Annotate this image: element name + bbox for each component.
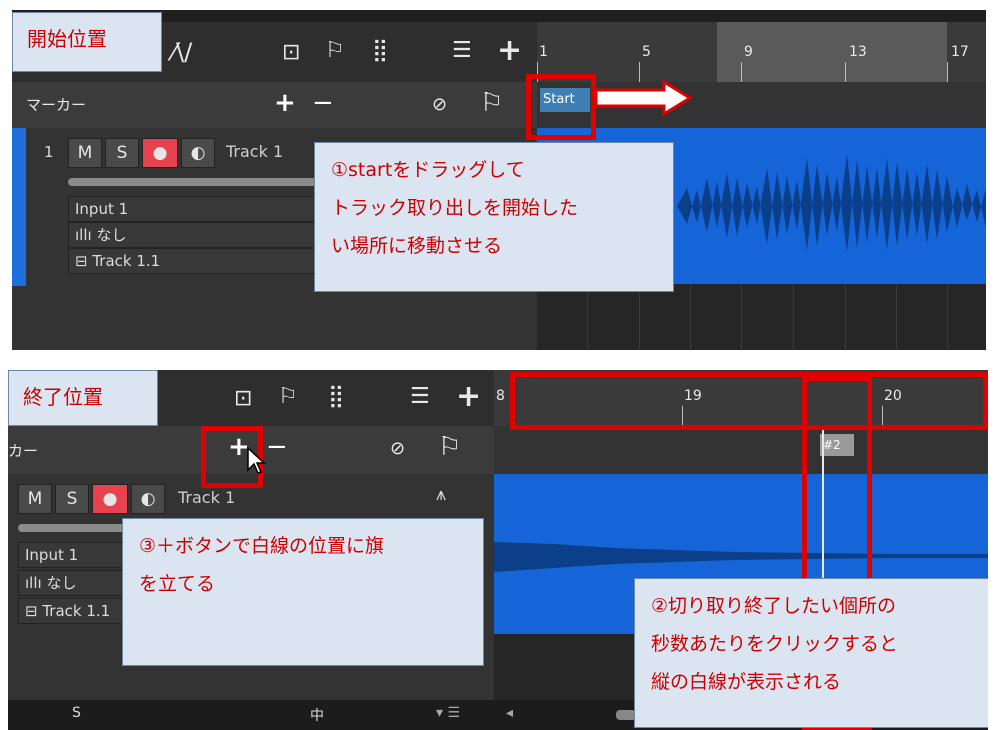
ruler-number: 1 [539, 44, 548, 60]
mouse-cursor-icon [247, 446, 266, 474]
drag-arrow-icon [594, 80, 693, 116]
output-field[interactable]: ⊟ Track 1.1 [68, 248, 318, 274]
insert-icon: ıllı [75, 226, 97, 244]
remove-marker-button[interactable]: − [266, 432, 288, 462]
output-label: Track 1.1 [92, 252, 161, 270]
meter-icon[interactable]: ⊡ [234, 388, 252, 410]
list-icon[interactable]: ☰ [410, 386, 430, 408]
note-line: トラック取り出しを開始した [331, 197, 579, 219]
ruler-number: 13 [849, 44, 867, 60]
track-name[interactable]: Track 1 [226, 142, 283, 161]
note-line: ②切り取り終了したい個所の [651, 595, 897, 617]
start-position-label: 開始位置 [12, 12, 162, 72]
clock-icon[interactable]: ⊘ [432, 94, 447, 115]
start-marker-highlight [526, 74, 596, 140]
track-number: 1 [44, 143, 54, 161]
insert-field[interactable]: ıllı なし [18, 570, 128, 596]
add-marker-button[interactable]: + [274, 88, 296, 118]
footer-mid: 中 [310, 708, 324, 724]
automation-icon[interactable]: ⁄\/ [172, 40, 192, 64]
click-instruction-note: ②切り取り終了したい個所の 秒数あたりをクリックすると 縦の白線が表示される [634, 578, 988, 728]
footer-left: S [72, 705, 81, 721]
insert-icon: ıllı [25, 574, 47, 592]
flag-icon[interactable]: ⚐ [438, 432, 461, 462]
flag-icon[interactable]: ⚐ [278, 386, 298, 408]
track-name[interactable]: Track 1 [178, 488, 235, 507]
note-line: い場所に移動させる [331, 235, 503, 257]
volume-slider[interactable] [68, 178, 318, 186]
record-button[interactable]: ● [92, 484, 128, 514]
note-line: ①startをドラッグして [331, 159, 525, 181]
scroll-left-icon[interactable]: ◂ [506, 705, 513, 721]
ruler-number: 17 [951, 44, 969, 60]
ruler-number: 9 [744, 44, 753, 60]
top-screenshot: ⁄\/ ⊡ ⚐ ⣿ ☰ + 1 5 9 13 17 マーカー + − ⊘ ⚐ S… [12, 10, 986, 350]
add-marker-instruction-note: ③＋ボタンで白線の位置に旗 を立てる [122, 518, 484, 666]
insert-label: なし [96, 226, 127, 244]
monitor-button[interactable]: ◐ [131, 484, 165, 514]
monitor-button[interactable]: ◐ [181, 138, 215, 168]
mute-button[interactable]: M [18, 484, 52, 514]
flag-icon[interactable]: ⚐ [480, 88, 503, 118]
dropdown-icon[interactable]: ▾ ☰ [436, 705, 460, 721]
solo-button[interactable]: S [105, 138, 139, 168]
insert-field[interactable]: ıllı なし [68, 222, 318, 248]
input-field[interactable]: Input 1 [18, 542, 128, 568]
solo-button[interactable]: S [55, 484, 89, 514]
output-icon: ⊟ [25, 602, 43, 620]
flag-icon[interactable]: ⚐ [325, 40, 345, 62]
note-line: ③＋ボタンで白線の位置に旗 [139, 535, 385, 557]
input-field[interactable]: Input 1 [68, 196, 318, 222]
ruler-number: 8 [496, 388, 505, 404]
scrollbar-thumb[interactable] [616, 710, 636, 720]
list-icon[interactable]: ☰ [452, 40, 472, 62]
note-line: を立てる [139, 573, 216, 595]
track-color-strip [12, 128, 26, 286]
remove-marker-button[interactable]: − [312, 88, 334, 118]
output-field[interactable]: ⊟ Track 1.1 [18, 598, 128, 624]
record-button[interactable]: ● [142, 138, 178, 168]
marker-label: カー [8, 442, 39, 460]
timeline-ruler[interactable]: 1 5 9 13 17 [537, 22, 986, 82]
grid-icon[interactable]: ⣿ [372, 40, 388, 62]
insert-label: なし [46, 574, 77, 592]
end-position-label: 終了位置 [8, 370, 158, 426]
ruler-number: 5 [642, 44, 651, 60]
output-label: Track 1.1 [42, 602, 111, 620]
marker-track-header: マーカー + − ⊘ ⚐ [12, 82, 537, 128]
add-track-icon[interactable]: + [497, 36, 522, 66]
add-track-icon[interactable]: + [456, 382, 481, 412]
note-line: 秒数あたりをクリックすると [651, 633, 899, 655]
grid-icon[interactable]: ⣿ [328, 386, 344, 408]
mute-button[interactable]: M [68, 138, 102, 168]
ruler-highlight [510, 372, 988, 430]
waveform-toggle-icon[interactable]: ⩚ [436, 484, 446, 505]
note-line: 縦の白線が表示される [651, 671, 842, 693]
marker-lane[interactable]: #2 [494, 426, 988, 474]
volume-slider[interactable] [18, 524, 138, 532]
bottom-screenshot: ⊡ ⚐ ⣿ ☰ + 8 19 20 カー + − ⊘ ⚐ #2 M S ● ◐ … [8, 370, 988, 730]
start-instruction-note: ①startをドラッグして トラック取り出しを開始した い場所に移動させる [314, 142, 674, 292]
clock-icon[interactable]: ⊘ [390, 438, 405, 459]
marker-label: マーカー [26, 96, 87, 114]
output-icon: ⊟ [75, 252, 93, 270]
meter-icon[interactable]: ⊡ [282, 42, 300, 64]
